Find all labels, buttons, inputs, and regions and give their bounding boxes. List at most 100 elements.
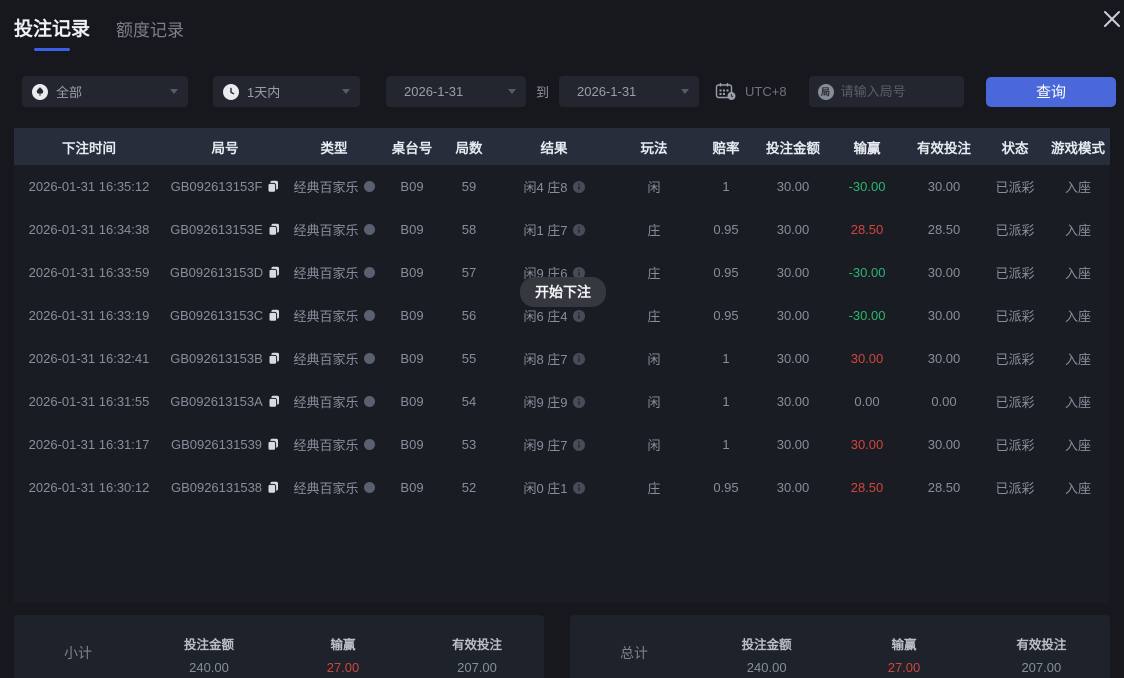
replay-dot-icon[interactable]	[363, 439, 375, 450]
result-cell: 闲0 庄1	[496, 478, 612, 497]
round-search-field[interactable]: 局	[808, 76, 964, 107]
copy-icon[interactable]	[268, 309, 280, 322]
round-id-cell: GB092613153B	[164, 351, 286, 366]
copy-icon[interactable]	[268, 223, 280, 236]
copy-icon[interactable]	[267, 180, 279, 193]
column-header: 局号	[211, 140, 239, 156]
play-cell: 闲	[647, 438, 661, 453]
shoe-no-cell: 53	[461, 437, 477, 452]
close-icon[interactable]	[1100, 7, 1124, 31]
summary-bar: 小计 投注金额 240.00 输赢 27.00 有效投注 207.00 总计 投…	[14, 615, 1110, 678]
valid-bet-cell: 30.00	[927, 351, 961, 366]
win-loss-cell: 0.00	[854, 394, 880, 409]
replay-dot-icon[interactable]	[363, 482, 375, 493]
info-icon[interactable]	[572, 438, 585, 451]
status-cell: 已派彩	[995, 481, 1035, 496]
chevron-down-icon	[170, 89, 178, 94]
table-no-cell: B09	[400, 480, 424, 495]
date-from-dropdown[interactable]: 2026-1-31	[386, 76, 526, 107]
mode-cell: 入座	[1064, 352, 1091, 367]
odds-cell: 0.95	[713, 222, 739, 237]
valid-bet-cell: 28.50	[927, 222, 961, 237]
copy-icon[interactable]	[267, 481, 279, 494]
odds-cell: 0.95	[713, 265, 739, 280]
mode-cell: 入座	[1064, 180, 1091, 195]
result-cell: 闲4 庄8	[496, 177, 612, 196]
round-id-cell: GB0926131538	[164, 480, 286, 495]
tab-bet-records[interactable]: 投注记录	[14, 14, 90, 51]
timezone-group: UTC+8	[715, 82, 787, 101]
bet-amount-cell: 30.00	[776, 351, 810, 366]
bet-amount-cell: 30.00	[776, 480, 810, 495]
to-label: 到	[536, 85, 550, 100]
start-betting-toast: 开始下注	[520, 277, 606, 307]
win-loss-cell: 28.50	[850, 222, 884, 237]
copy-icon[interactable]	[268, 352, 280, 365]
tab-credit-records[interactable]: 额度记录	[116, 16, 184, 51]
round-search-input[interactable]	[840, 84, 955, 99]
game-type-cell: 经典百家乐	[286, 435, 382, 454]
valid-bet-cell: 30.00	[927, 308, 961, 323]
game-type-cell: 经典百家乐	[286, 263, 382, 282]
table-no-cell: B09	[400, 351, 424, 366]
round-id: GB092613153E	[170, 222, 263, 237]
replay-dot-icon[interactable]	[363, 396, 375, 407]
result-cell: 闲8 庄7	[496, 349, 612, 368]
bet-time-cell: 2026-01-31 16:31:55	[28, 394, 150, 409]
chevron-down-icon	[342, 89, 350, 94]
info-icon[interactable]	[572, 180, 585, 193]
win-loss-cell: 30.00	[850, 351, 884, 366]
date-to-dropdown[interactable]: 2026-1-31	[559, 76, 700, 107]
result-text: 闲1 庄7	[523, 223, 568, 238]
shoe-no-cell: 54	[461, 394, 477, 409]
query-button[interactable]: 查询	[986, 76, 1116, 107]
table-no-cell: B09	[400, 222, 424, 237]
date-to-value: 2026-1-31	[577, 84, 637, 99]
valid-bet-cell: 30.00	[927, 179, 961, 194]
info-icon[interactable]	[572, 223, 585, 236]
copy-icon[interactable]	[267, 438, 279, 451]
subtotal-valid-bet: 有效投注 207.00	[451, 638, 502, 675]
info-icon[interactable]	[572, 309, 585, 322]
win-loss-cell: -30.00	[848, 308, 886, 323]
total-card: 总计 投注金额 240.00 输赢 27.00 有效投注 207.00	[570, 615, 1110, 678]
status-cell: 已派彩	[995, 309, 1035, 324]
shoe-no-cell: 52	[461, 480, 477, 495]
tab-bar: 投注记录 额度记录	[0, 0, 1124, 51]
table-no-cell: B09	[400, 179, 424, 194]
total-bet-amount: 投注金额 240.00	[741, 638, 792, 675]
bet-time-cell: 2026-01-31 16:34:38	[28, 222, 150, 237]
game-type-value: 全部	[56, 85, 83, 100]
replay-dot-icon[interactable]	[363, 181, 375, 192]
info-icon[interactable]	[572, 352, 585, 365]
table-row: 2026-01-31 16:31:55 GB092613153A 经典百家乐 B…	[14, 380, 1110, 423]
column-header: 类型	[320, 140, 348, 156]
win-loss-cell: 28.50	[850, 480, 884, 495]
total-title: 总计	[620, 645, 648, 661]
win-loss-cell: 30.00	[850, 437, 884, 452]
mode-cell: 入座	[1064, 266, 1091, 281]
round-id: GB092613153D	[169, 265, 264, 280]
replay-dot-icon[interactable]	[363, 310, 375, 321]
subtotal-title: 小计	[64, 645, 92, 661]
bet-time-cell: 2026-01-31 16:33:59	[28, 265, 150, 280]
tab-label: 投注记录	[14, 19, 91, 40]
replay-dot-icon[interactable]	[363, 353, 375, 364]
copy-icon[interactable]	[268, 395, 280, 408]
game-type-dropdown[interactable]: 全部	[22, 76, 188, 107]
replay-dot-icon[interactable]	[363, 267, 375, 278]
time-range-dropdown[interactable]: 1天内	[213, 76, 360, 107]
replay-dot-icon[interactable]	[363, 224, 375, 235]
game-type: 经典百家乐	[293, 352, 359, 367]
info-icon[interactable]	[572, 481, 585, 494]
result-text: 闲0 庄1	[523, 481, 568, 496]
play-cell: 庄	[647, 223, 661, 238]
total-win-loss: 输赢 27.00	[887, 638, 921, 675]
odds-cell: 1	[722, 394, 730, 409]
info-icon[interactable]	[572, 395, 585, 408]
copy-icon[interactable]	[268, 266, 280, 279]
mode-cell: 入座	[1064, 395, 1091, 410]
chevron-down-icon	[508, 89, 516, 94]
round-id-cell: GB092613153C	[164, 308, 286, 323]
odds-cell: 1	[722, 351, 730, 366]
